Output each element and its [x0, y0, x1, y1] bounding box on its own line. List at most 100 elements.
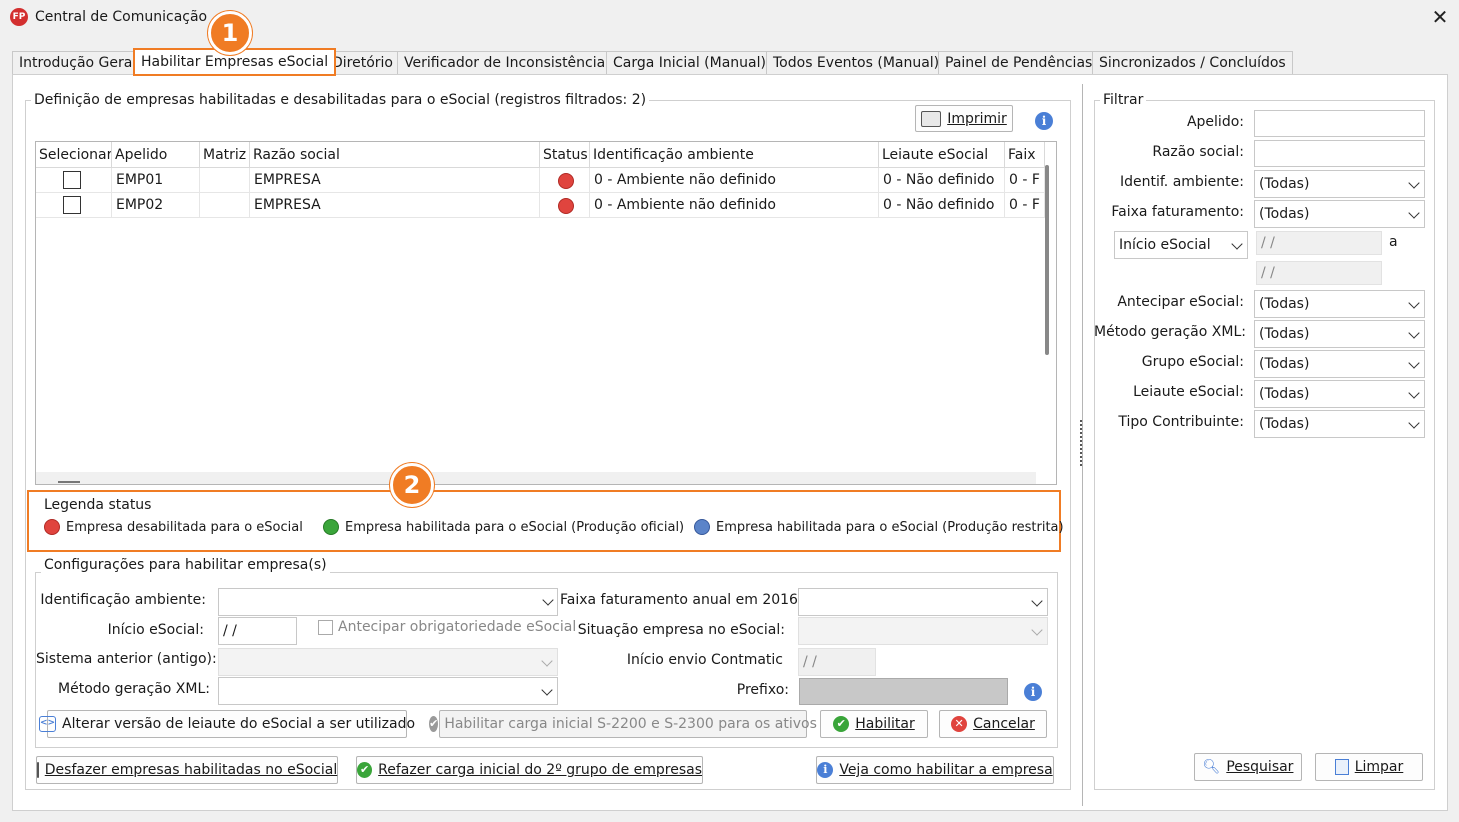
situacao-empresa-select[interactable]	[798, 617, 1048, 645]
col-faixa[interactable]: Faix	[1005, 142, 1045, 168]
antecipar-checkbox[interactable]: Antecipar obrigatoriedade eSocial	[318, 619, 576, 635]
select-checkbox[interactable]	[63, 171, 81, 189]
filtro-data-final[interactable]: / /	[1256, 261, 1382, 285]
chevron-down-icon	[1408, 297, 1420, 309]
chevron-down-icon	[541, 655, 553, 667]
faixa-faturamento-select[interactable]	[798, 588, 1048, 616]
tab-todos-eventos[interactable]: Todos Eventos (Manual)	[766, 51, 947, 75]
splitter-grip[interactable]	[1080, 420, 1083, 466]
close-icon: ✕	[951, 716, 968, 732]
checkbox-box[interactable]	[318, 619, 333, 635]
tab-diretorio[interactable]: Diretório	[325, 51, 400, 75]
cell-ambiente[interactable]: 0 - Ambiente não definido	[590, 193, 879, 218]
col-matriz[interactable]: Matriz	[200, 142, 250, 168]
col-leiaute-esocial[interactable]: Leiaute eSocial	[879, 142, 1005, 168]
filtro-inicio-select[interactable]: Início eSocial	[1114, 231, 1248, 259]
chevron-down-icon	[1408, 357, 1420, 369]
chevron-down-icon	[1031, 624, 1043, 636]
filtro-razao-input[interactable]	[1254, 140, 1425, 167]
cell-status[interactable]	[540, 168, 590, 193]
col-razao-social[interactable]: Razão social	[250, 142, 540, 168]
limpar-button[interactable]: Limpar	[1315, 753, 1423, 781]
printer-icon	[36, 762, 39, 778]
habilitar-button[interactable]: ✔ Habilitar	[820, 710, 928, 738]
cell-ambiente[interactable]: 0 - Ambiente não definido	[590, 168, 879, 193]
filtro-tipo-select[interactable]: (Todas)	[1254, 410, 1425, 438]
print-button[interactable]: Imprimir	[915, 105, 1013, 132]
cell-matriz[interactable]	[200, 168, 250, 193]
tab-painel-pendencias[interactable]: Painel de Pendências	[938, 51, 1100, 75]
scroll-thumb[interactable]	[58, 481, 80, 483]
status-red-icon	[558, 198, 574, 214]
chevron-down-icon	[1408, 387, 1420, 399]
filtro-ambiente-label: Identif. ambiente:	[1120, 174, 1244, 190]
check-icon: ✔	[429, 716, 439, 732]
prefixo-input[interactable]	[799, 678, 1008, 705]
tab-strip: Introdução Geral Habilitar Empresas eSoc…	[12, 48, 1293, 76]
col-identificacao-ambiente[interactable]: Identificação ambiente	[590, 142, 879, 168]
tab-carga-inicial[interactable]: Carga Inicial (Manual)	[606, 51, 773, 75]
cell-faixa[interactable]: 0 - F	[1005, 193, 1045, 218]
col-status[interactable]: Status	[540, 142, 590, 168]
cell-razao-social[interactable]: EMPRESA	[250, 193, 540, 218]
filtro-grupo-select[interactable]: (Todas)	[1254, 350, 1425, 378]
filtro-antecipar-select[interactable]: (Todas)	[1254, 290, 1425, 318]
prefixo-info-icon[interactable]: i	[1024, 683, 1042, 701]
filtro-ambiente-select[interactable]: (Todas)	[1254, 170, 1425, 198]
tab-verificador[interactable]: Verificador de Inconsistências	[397, 51, 620, 75]
filtro-metodo-label: Método geração XML:	[1094, 324, 1246, 340]
legend-item-producao-restrita: Empresa habilitada para o eSocial (Produ…	[694, 519, 1064, 535]
prefixo-label: Prefixo:	[736, 682, 789, 698]
callout-badge-2: 2	[390, 463, 434, 507]
filtro-antecipar-label: Antecipar eSocial:	[1117, 294, 1244, 310]
status-red-icon	[558, 173, 574, 189]
refazer-carga-button[interactable]: ✔ Refazer carga inicial do 2º grupo de e…	[356, 756, 703, 784]
filtro-faixa-label: Faixa faturamento:	[1111, 204, 1244, 220]
document-icon	[1334, 759, 1349, 775]
tab-sincronizados[interactable]: Sincronizados / Concluídos	[1092, 51, 1293, 75]
filtro-grupo-label: Grupo eSocial:	[1141, 354, 1244, 370]
inicio-esocial-input[interactable]: / /	[218, 617, 297, 645]
search-icon: 🔍︎	[1202, 759, 1221, 775]
habilitar-carga-inicial-button[interactable]: ✔ Habilitar carga inicial S-2200 e S-230…	[429, 710, 817, 738]
col-apelido[interactable]: Apelido	[112, 142, 200, 168]
grid-horizontal-scrollbar[interactable]	[36, 472, 1036, 484]
identificacao-label: Identificação ambiente:	[40, 592, 206, 608]
grid-vertical-scrollbar[interactable]	[1045, 165, 1049, 355]
tab-introducao-geral[interactable]: Introdução Geral	[12, 51, 144, 75]
filtro-razao-label: Razão social:	[1152, 144, 1244, 160]
definicao-title: Definição de empresas habilitadas e desa…	[31, 92, 650, 108]
chevron-down-icon[interactable]	[540, 588, 558, 616]
sistema-anterior-label: Sistema anterior (antigo):	[36, 651, 217, 667]
alterar-leiaute-button[interactable]: <> Alterar versão de leiaute do eSocial …	[38, 710, 415, 738]
cell-matriz[interactable]	[200, 193, 250, 218]
metodo-geracao-select[interactable]	[218, 677, 558, 705]
cell-razao-social[interactable]: EMPRESA	[250, 168, 540, 193]
inicio-esocial-label: Início eSocial:	[107, 622, 204, 638]
sistema-anterior-select[interactable]	[218, 648, 558, 676]
check-icon: ✔	[833, 716, 850, 732]
legend-item-producao-oficial: Empresa habilitada para o eSocial (Produ…	[323, 519, 684, 535]
filtro-metodo-select[interactable]: (Todas)	[1254, 320, 1425, 348]
filtro-data-inicial[interactable]: / /	[1256, 231, 1382, 255]
cell-apelido[interactable]: EMP02	[112, 193, 200, 218]
veja-como-habilitar-button[interactable]: i Veja como habilitar a empresa	[816, 756, 1054, 784]
identificacao-ambiente-select[interactable]	[218, 588, 558, 616]
chevron-down-icon	[1408, 327, 1420, 339]
cell-status[interactable]	[540, 193, 590, 218]
pesquisar-button[interactable]: 🔍︎ Pesquisar	[1194, 753, 1302, 781]
select-checkbox[interactable]	[63, 196, 81, 214]
filtro-faixa-select[interactable]: (Todas)	[1254, 200, 1425, 228]
filtro-apelido-input[interactable]	[1254, 110, 1425, 137]
cell-leiaute[interactable]: 0 - Não definido	[879, 168, 1005, 193]
col-selecionar[interactable]: Selecionar	[36, 142, 112, 168]
close-icon[interactable]: ✕	[1428, 4, 1452, 30]
cell-leiaute[interactable]: 0 - Não definido	[879, 193, 1005, 218]
cell-apelido[interactable]: EMP01	[112, 168, 200, 193]
filtro-leiaute-select[interactable]: (Todas)	[1254, 380, 1425, 408]
cancelar-button[interactable]: ✕ Cancelar	[939, 710, 1047, 738]
desfazer-button[interactable]: Desfazer empresas habilitadas no eSocial	[36, 756, 338, 784]
inicio-contmatic-input[interactable]: / /	[798, 648, 876, 676]
info-icon[interactable]: i	[1035, 112, 1053, 130]
cell-faixa[interactable]: 0 - F	[1005, 168, 1045, 193]
